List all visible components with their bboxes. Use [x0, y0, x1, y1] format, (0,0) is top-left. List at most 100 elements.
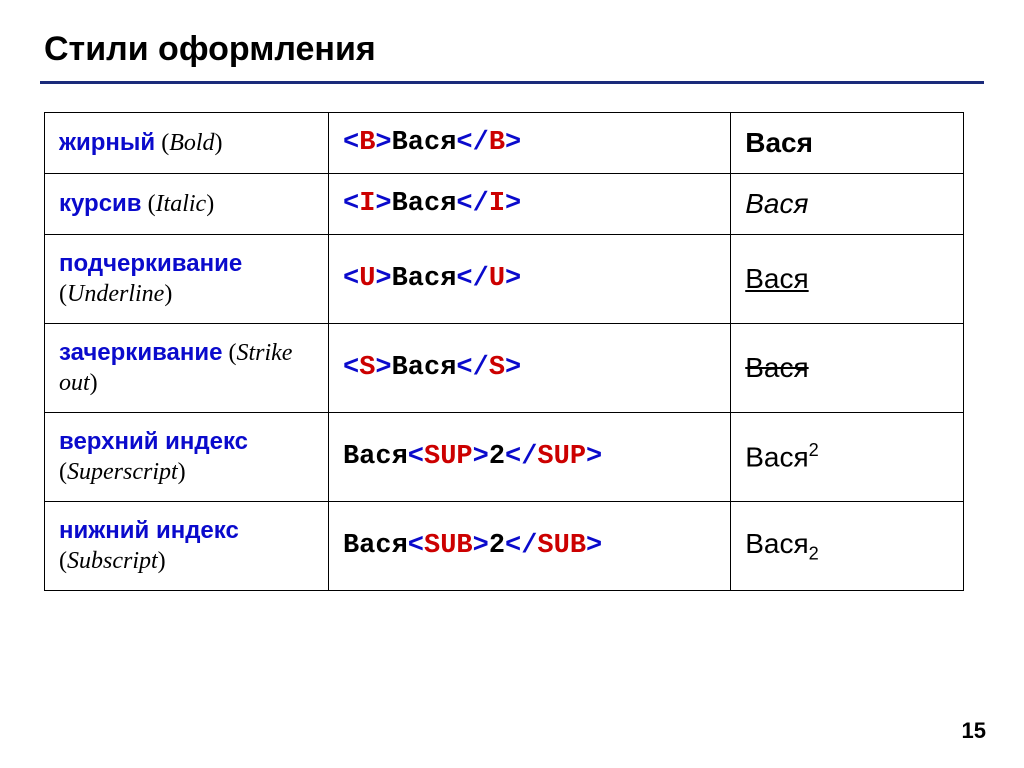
- code-tag-close: SUB: [537, 531, 586, 561]
- desc-en: Italic: [156, 191, 207, 217]
- render-script: 2: [809, 543, 819, 563]
- code-tag-open: U: [359, 264, 375, 294]
- code-angle: >: [473, 442, 489, 472]
- desc-en: Bold: [169, 130, 214, 156]
- desc-paren-close: ): [164, 281, 172, 307]
- code-tag-open: I: [359, 189, 375, 219]
- table-row: зачеркивание (Strike out) <S>Вася</S> Ва…: [45, 324, 964, 413]
- code-angle: >: [375, 189, 391, 219]
- code-inner: Вася: [392, 264, 457, 294]
- code-tag-close: SUP: [537, 442, 586, 472]
- code-cell: <S>Вася</S>: [328, 324, 730, 413]
- code-angle: <: [456, 353, 472, 383]
- code-angle: >: [375, 128, 391, 158]
- code-tag-close: U: [489, 264, 505, 294]
- table-row: подчеркивание (Underline) <U>Вася</U> Ва…: [45, 235, 964, 324]
- code-angle: <: [343, 353, 359, 383]
- code-tag-open: B: [359, 128, 375, 158]
- code-prefix: Вася: [343, 531, 408, 561]
- desc-cell: нижний индекс (Subscript): [45, 502, 329, 591]
- title-rule: [40, 81, 984, 84]
- render-cell: Вася: [731, 174, 964, 235]
- desc-en: Underline: [67, 281, 164, 307]
- code-tag-close: I: [489, 189, 505, 219]
- code-angle: >: [505, 264, 521, 294]
- desc-ru: жирный: [59, 129, 155, 156]
- render-base: Вася: [745, 188, 808, 219]
- desc-paren-open: (: [59, 548, 67, 574]
- code-prefix: Вася: [343, 442, 408, 472]
- desc-ru: верхний индекс: [59, 428, 248, 455]
- code-angle: >: [505, 353, 521, 383]
- styles-table: жирный (Bold) <B>Вася</B> Вася курсив (I…: [44, 112, 964, 591]
- code-cell: Вася<SUP>2</SUP>: [328, 413, 730, 502]
- code-inner: Вася: [392, 353, 457, 383]
- code-inner: Вася: [392, 128, 457, 158]
- desc-paren-close: ): [90, 370, 98, 396]
- code-tag-open: SUP: [424, 442, 473, 472]
- code-angle: <: [505, 442, 521, 472]
- code-angle: <: [456, 264, 472, 294]
- code-cell: <I>Вася</I>: [328, 174, 730, 235]
- render-script: 2: [809, 440, 819, 460]
- code-slash: /: [473, 128, 489, 158]
- render-cell: Вася: [731, 235, 964, 324]
- page-number: 15: [962, 718, 986, 744]
- desc-paren-open: (: [155, 130, 169, 156]
- desc-en: Subscript: [67, 548, 158, 574]
- render-base: Вася: [745, 263, 808, 294]
- code-tag-close: B: [489, 128, 505, 158]
- code-angle: <: [408, 442, 424, 472]
- code-slash: /: [521, 442, 537, 472]
- desc-paren-close: ): [158, 548, 166, 574]
- desc-ru: подчеркивание: [59, 250, 242, 277]
- code-cell: <B>Вася</B>: [328, 113, 730, 174]
- desc-cell: курсив (Italic): [45, 174, 329, 235]
- render-base: Вася: [745, 442, 808, 473]
- code-angle: <: [505, 531, 521, 561]
- code-angle: >: [586, 442, 602, 472]
- code-angle: >: [375, 264, 391, 294]
- desc-cell: зачеркивание (Strike out): [45, 324, 329, 413]
- code-tag-open: S: [359, 353, 375, 383]
- code-cell: Вася<SUB>2</SUB>: [328, 502, 730, 591]
- slide: Стили оформления жирный (Bold) <B>Вася</…: [0, 0, 1024, 768]
- code-tag-open: SUB: [424, 531, 473, 561]
- code-inner: 2: [489, 531, 505, 561]
- desc-paren-close: ): [215, 130, 223, 156]
- render-cell: Вася: [731, 113, 964, 174]
- table-row: курсив (Italic) <I>Вася</I> Вася: [45, 174, 964, 235]
- render-cell: Вася2: [731, 413, 964, 502]
- code-slash: /: [473, 264, 489, 294]
- code-angle: <: [456, 189, 472, 219]
- code-angle: <: [343, 264, 359, 294]
- table-row: нижний индекс (Subscript) Вася<SUB>2</SU…: [45, 502, 964, 591]
- table-row: жирный (Bold) <B>Вася</B> Вася: [45, 113, 964, 174]
- render-base: Вася: [745, 528, 808, 559]
- code-angle: <: [343, 128, 359, 158]
- desc-paren-close: ): [178, 459, 186, 485]
- desc-paren-open: (: [142, 191, 156, 217]
- render-cell: Вася2: [731, 502, 964, 591]
- desc-paren-open: (: [59, 459, 67, 485]
- code-angle: >: [375, 353, 391, 383]
- render-base: Вася: [745, 127, 813, 158]
- desc-ru: нижний индекс: [59, 517, 239, 544]
- code-angle: <: [408, 531, 424, 561]
- code-inner: Вася: [392, 189, 457, 219]
- code-slash: /: [473, 353, 489, 383]
- desc-ru: курсив: [59, 190, 142, 217]
- slide-title: Стили оформления: [44, 30, 984, 69]
- render-base: Вася: [745, 352, 808, 383]
- code-cell: <U>Вася</U>: [328, 235, 730, 324]
- table-row: верхний индекс (Superscript) Вася<SUP>2<…: [45, 413, 964, 502]
- desc-cell: верхний индекс (Superscript): [45, 413, 329, 502]
- code-slash: /: [521, 531, 537, 561]
- desc-cell: подчеркивание (Underline): [45, 235, 329, 324]
- desc-en: Superscript: [67, 459, 178, 485]
- desc-cell: жирный (Bold): [45, 113, 329, 174]
- code-tag-close: S: [489, 353, 505, 383]
- code-angle: <: [343, 189, 359, 219]
- code-inner: 2: [489, 442, 505, 472]
- code-slash: /: [473, 189, 489, 219]
